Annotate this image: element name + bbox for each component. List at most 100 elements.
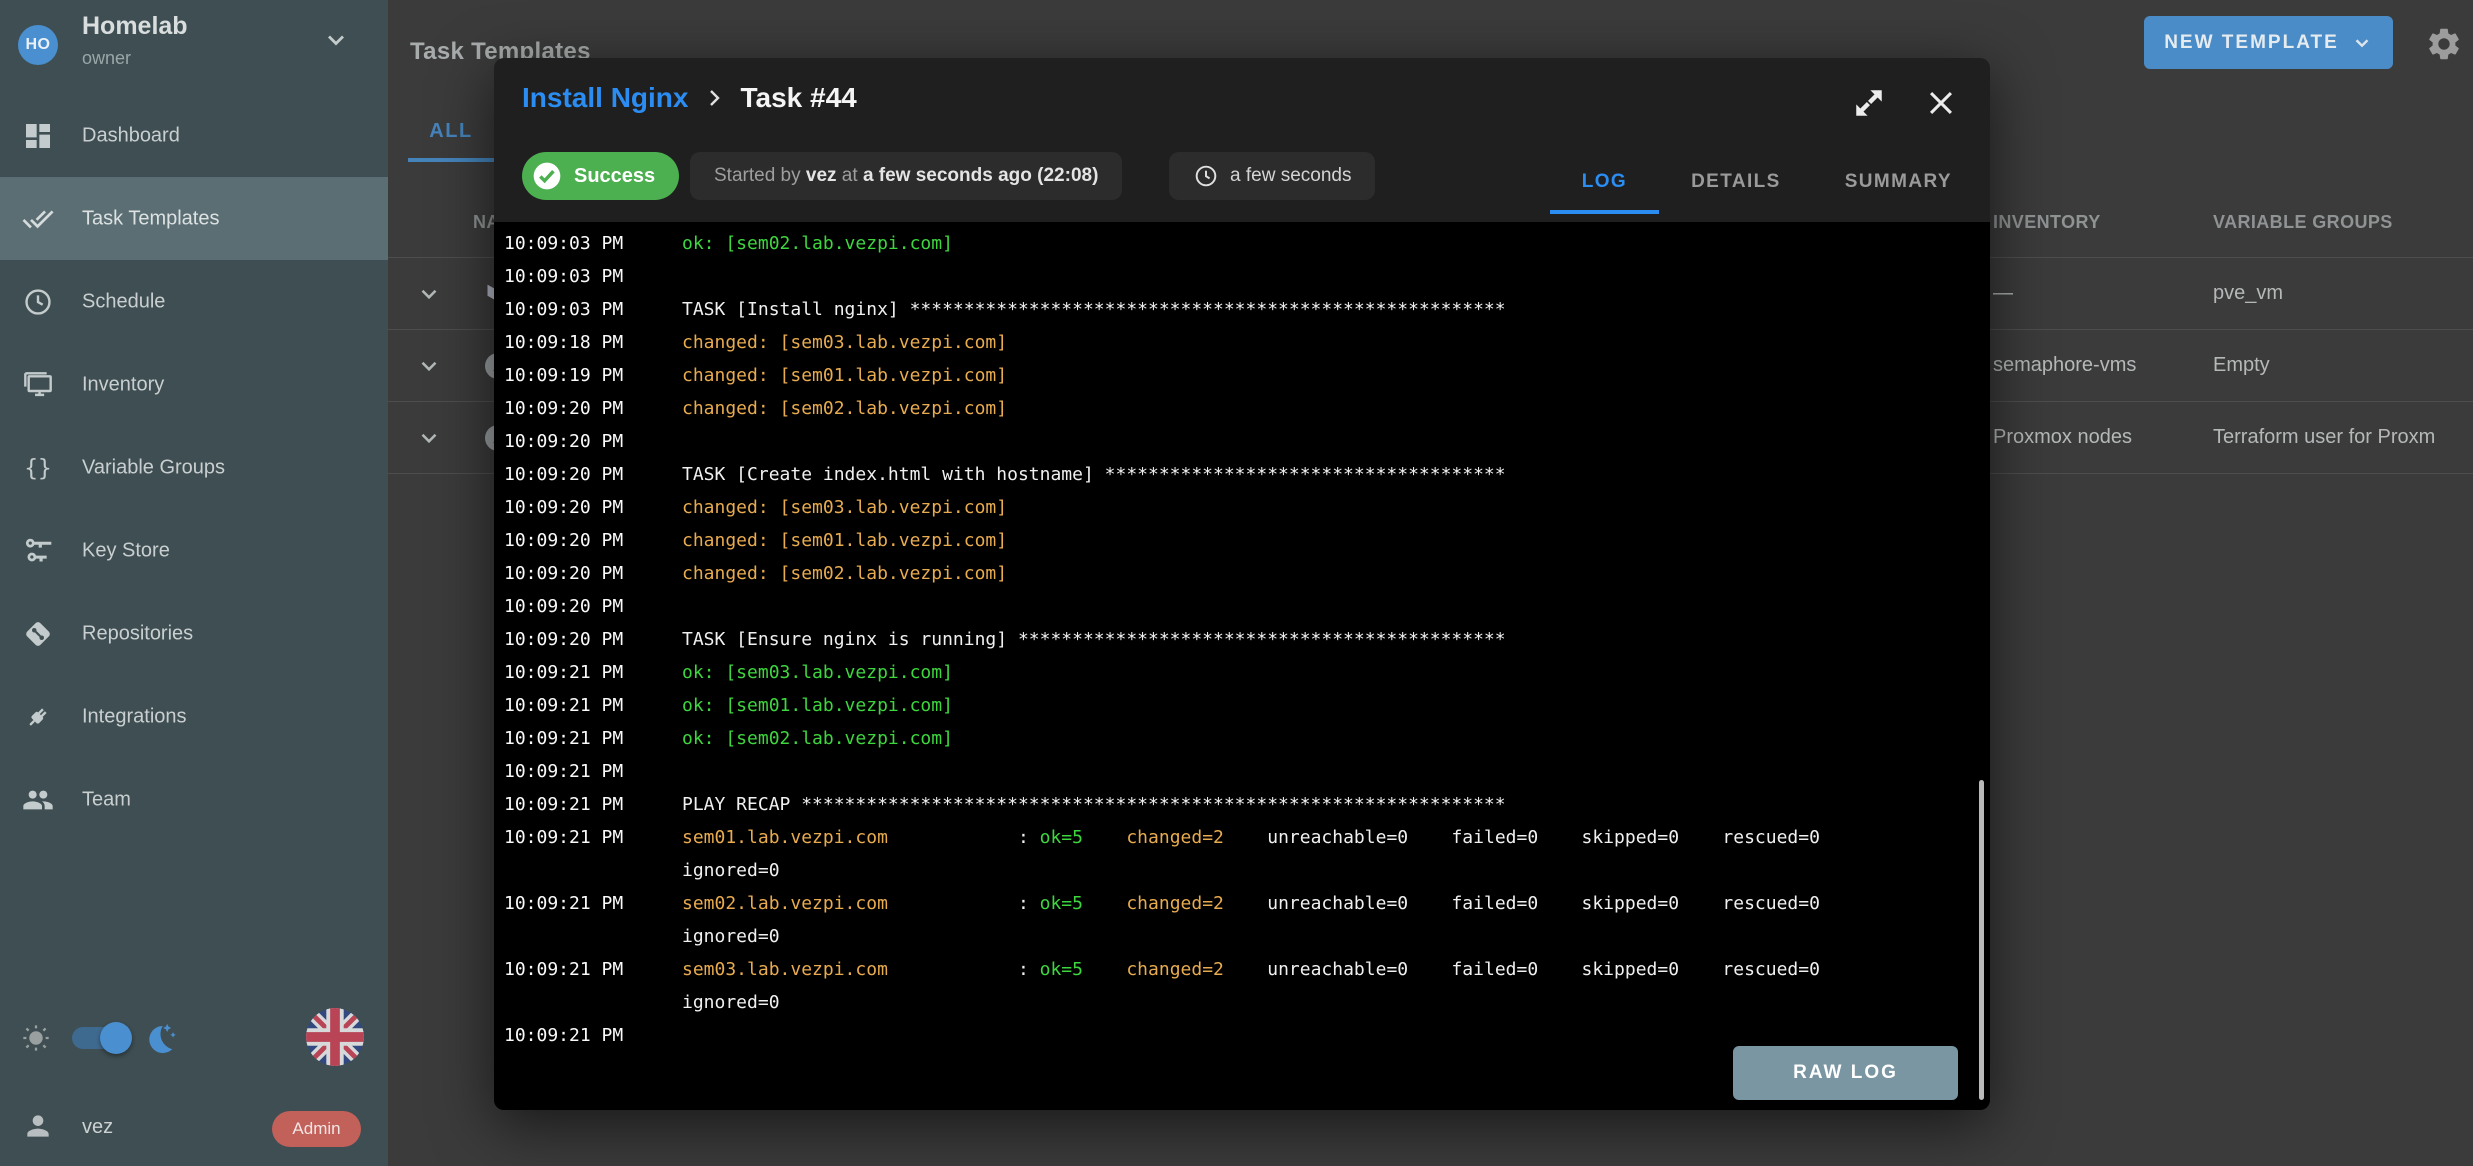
project-switcher[interactable]: HO Homelab owner: [0, 0, 388, 94]
new-template-button[interactable]: NEW TEMPLATE: [2144, 16, 2393, 69]
settings-gear-icon[interactable]: [2425, 25, 2463, 63]
sidebar-nav: Dashboard Task Templates Schedule Inventory…: [0, 94, 388, 841]
log-segment: PLAY RECAP *****************************…: [682, 794, 1506, 815]
user-name: vez: [82, 1116, 113, 1139]
sidebar-item-repositories[interactable]: Repositories: [0, 592, 388, 675]
duration-label: a few seconds: [1230, 165, 1351, 187]
log-line: 10:09:20 PMchanged: [sem03.lab.vezpi.com…: [494, 491, 1990, 524]
log-segment: ok=5: [1040, 827, 1083, 848]
log-timestamp: 10:09:20 PM: [504, 623, 682, 656]
chevron-down-icon[interactable]: [416, 353, 442, 379]
theme-toggle[interactable]: [72, 1027, 124, 1049]
log-timestamp: 10:09:20 PM: [504, 392, 682, 425]
sidebar-item-label: Variable Groups: [82, 456, 225, 479]
repositories-icon: [22, 618, 54, 650]
sidebar-item-label: Dashboard: [82, 124, 180, 147]
log-line: 10:09:20 PMchanged: [sem02.lab.vezpi.com…: [494, 392, 1990, 425]
sidebar-item-integrations[interactable]: Integrations: [0, 675, 388, 758]
close-icon[interactable]: [1924, 86, 1958, 120]
log-timestamp: 10:09:03 PM: [504, 293, 682, 326]
sidebar-item-label: Key Store: [82, 539, 170, 562]
log-timestamp: 10:09:20 PM: [504, 491, 682, 524]
log-segment: unreachable=0 failed=0 skipped=0 rescued…: [1224, 827, 1820, 848]
sidebar-item-dashboard[interactable]: Dashboard: [0, 94, 388, 177]
log-segment: sem03.lab.vezpi.com: [682, 959, 888, 980]
user-menu[interactable]: vez Admin: [0, 1092, 388, 1166]
sidebar-item-label: Inventory: [82, 373, 164, 396]
sidebar-item-inventory[interactable]: Inventory: [0, 343, 388, 426]
theme-row: [0, 1006, 388, 1070]
theme-toggle-knob: [100, 1022, 132, 1054]
log-line: ignored=0: [494, 986, 1990, 1019]
log-line: 10:09:03 PMTASK [Install nginx] ********…: [494, 293, 1990, 326]
log-line: 10:09:20 PM: [494, 425, 1990, 458]
tab-log[interactable]: LOG: [1550, 150, 1659, 214]
language-flag-uk[interactable]: [306, 1008, 364, 1066]
log-timestamp: 10:09:20 PM: [504, 557, 682, 590]
log-segment: :: [888, 827, 1040, 848]
raw-log-button[interactable]: RAW LOG: [1733, 1046, 1958, 1100]
log-segment: ignored=0: [682, 992, 780, 1013]
log-timestamp: 10:09:21 PM: [504, 722, 682, 755]
started-chip: Started by vez at a few seconds ago (22:…: [690, 152, 1122, 200]
chevron-down-icon[interactable]: [416, 425, 442, 451]
log-segment: [1083, 893, 1126, 914]
log-line: 10:09:21 PMok: [sem03.lab.vezpi.com]: [494, 656, 1990, 689]
sidebar-item-label: Team: [82, 788, 131, 811]
inventory-icon: [22, 369, 54, 401]
log-line: 10:09:19 PMchanged: [sem01.lab.vezpi.com…: [494, 359, 1990, 392]
sidebar-item-label: Task Templates: [82, 207, 219, 230]
log-line: ignored=0: [494, 920, 1990, 953]
log-timestamp: 10:09:21 PM: [504, 755, 682, 788]
log-segment: unreachable=0 failed=0 skipped=0 rescued…: [1224, 893, 1820, 914]
log-output[interactable]: 10:09:03 PMok: [sem02.lab.vezpi.com]10:0…: [494, 222, 1990, 1110]
dark-mode-icon: [142, 1020, 178, 1056]
log-line: 10:09:21 PMPLAY RECAP ******************…: [494, 788, 1990, 821]
started-user: vez: [806, 165, 837, 187]
cell-variable-groups: pve_vm: [2213, 282, 2283, 305]
template-link[interactable]: Install Nginx: [522, 82, 688, 114]
tab-all-label: ALL: [429, 120, 472, 143]
column-header-variable-groups: VARIABLE GROUPS: [2213, 212, 2393, 233]
log-segment: changed: [sem03.lab.vezpi.com]: [682, 332, 1007, 353]
expand-icon[interactable]: [1852, 86, 1886, 120]
chevron-down-icon[interactable]: [416, 281, 442, 307]
clock-icon: [1193, 163, 1219, 189]
started-time: a few seconds ago (22:08): [863, 165, 1098, 187]
log-segment: [1083, 959, 1126, 980]
log-timestamp: 10:09:03 PM: [504, 260, 682, 293]
log-segment: TASK [Install nginx] *******************…: [682, 299, 1506, 320]
cell-inventory: Proxmox nodes: [1993, 426, 2132, 449]
sidebar-item-label: Schedule: [82, 290, 165, 313]
tab-summary[interactable]: SUMMARY: [1813, 150, 1984, 214]
log-line: 10:09:21 PMsem03.lab.vezpi.com : ok=5 ch…: [494, 953, 1990, 986]
check-circle-icon: [531, 160, 563, 192]
status-badge: Success: [522, 152, 679, 200]
log-segment: ok: [sem03.lab.vezpi.com]: [682, 662, 953, 683]
tab-details[interactable]: DETAILS: [1659, 150, 1813, 214]
sidebar-item-key-store[interactable]: Key Store: [0, 509, 388, 592]
duration-chip: a few seconds: [1169, 152, 1375, 200]
log-timestamp: 10:09:18 PM: [504, 326, 682, 359]
log-timestamp: 10:09:21 PM: [504, 689, 682, 722]
log-timestamp: 10:09:21 PM: [504, 821, 682, 854]
sidebar-item-task-templates[interactable]: Task Templates: [0, 177, 388, 260]
log-segment: TASK [Create index.html with hostname] *…: [682, 464, 1506, 485]
log-line: 10:09:03 PMok: [sem02.lab.vezpi.com]: [494, 227, 1990, 260]
log-line: ignored=0: [494, 854, 1990, 887]
log-timestamp: 10:09:03 PM: [504, 227, 682, 260]
log-timestamp: 10:09:20 PM: [504, 458, 682, 491]
sidebar-item-variable-groups[interactable]: {}Variable Groups: [0, 426, 388, 509]
light-mode-icon: [20, 1022, 52, 1054]
schedule-icon: [22, 286, 54, 318]
log-line: 10:09:21 PMsem01.lab.vezpi.com : ok=5 ch…: [494, 821, 1990, 854]
log-line: 10:09:18 PMchanged: [sem03.lab.vezpi.com…: [494, 326, 1990, 359]
tab-all[interactable]: ALL: [408, 100, 494, 162]
log-segment: :: [888, 959, 1040, 980]
sidebar-item-team[interactable]: Team: [0, 758, 388, 841]
log-line: 10:09:20 PMchanged: [sem02.lab.vezpi.com…: [494, 557, 1990, 590]
log-segment: changed=2: [1126, 827, 1224, 848]
sidebar-item-schedule[interactable]: Schedule: [0, 260, 388, 343]
log-scrollbar[interactable]: [1979, 780, 1984, 1100]
log-segment: changed: [sem02.lab.vezpi.com]: [682, 563, 1007, 584]
